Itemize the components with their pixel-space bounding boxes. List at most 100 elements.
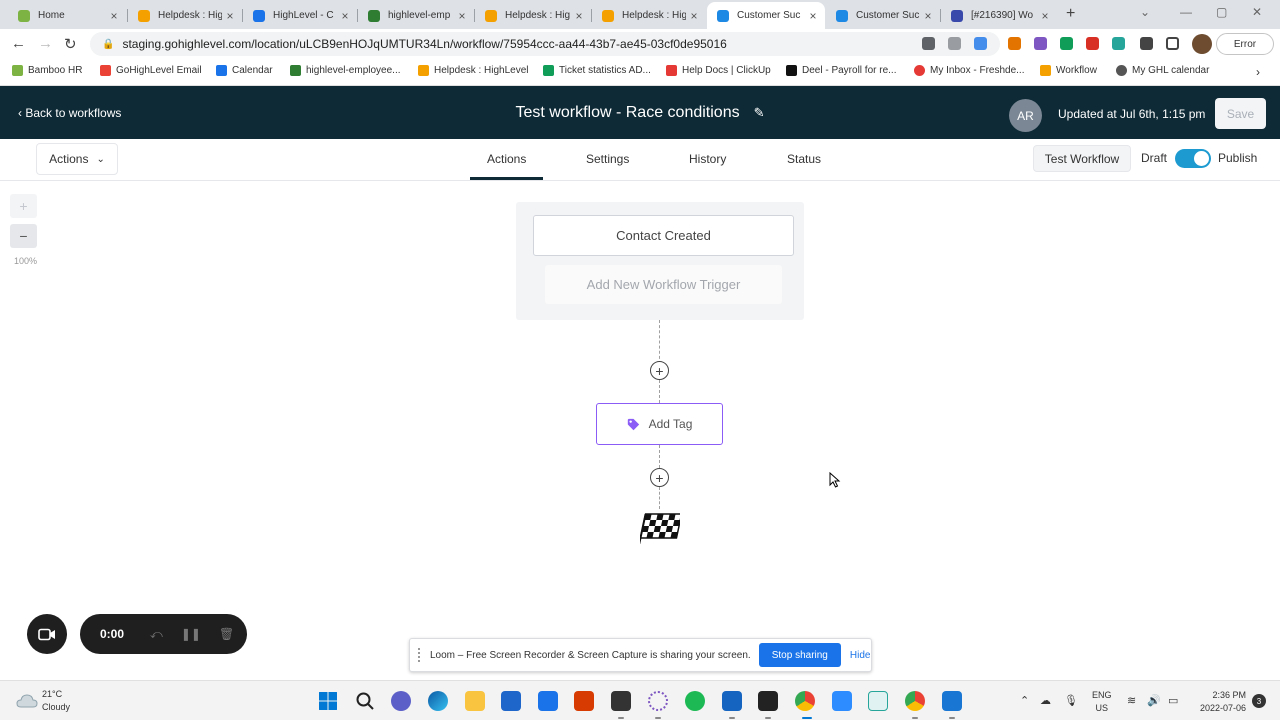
sidepanel-icon[interactable] — [1166, 37, 1179, 50]
undo-icon[interactable]: ⤺ — [150, 627, 163, 642]
bookmark[interactable]: Helpdesk : HighLevel — [418, 65, 529, 76]
puzzle-icon[interactable] — [1140, 37, 1153, 50]
extension-icon[interactable] — [1034, 37, 1047, 50]
bookmark[interactable]: Ticket statistics AD... — [543, 65, 651, 76]
tab-history[interactable]: History — [689, 152, 726, 166]
app-icon[interactable] — [611, 691, 631, 711]
loom-camera-button[interactable] — [27, 614, 67, 654]
bookmark[interactable]: My GHL calendar — [1116, 65, 1209, 76]
store-icon[interactable] — [501, 691, 521, 711]
zoom-out-button[interactable]: − — [10, 224, 37, 248]
add-step-icon[interactable]: + — [650, 361, 669, 380]
browser-tab[interactable]: Helpdesk : Hig × — [592, 2, 706, 29]
save-button[interactable]: Save — [1215, 98, 1266, 129]
browser-tab[interactable]: highlevel-emp × — [358, 2, 474, 29]
settings-gear-icon[interactable] — [648, 691, 668, 711]
minimize-icon[interactable]: — — [1180, 5, 1192, 19]
close-icon[interactable]: × — [805, 9, 821, 23]
language-indicator[interactable]: ENG US — [1092, 689, 1112, 715]
reload-icon[interactable]: ↻ — [64, 35, 77, 53]
tab-actions[interactable]: Actions — [487, 152, 526, 166]
share-icon[interactable] — [948, 37, 961, 50]
maximize-icon[interactable]: ▢ — [1216, 5, 1227, 19]
bookmark[interactable]: Bamboo HR — [12, 65, 82, 76]
forward-arrow-icon[interactable]: → — [38, 35, 53, 52]
close-icon[interactable]: × — [686, 9, 702, 23]
calendar-app-icon[interactable] — [722, 691, 742, 711]
bookmark[interactable]: My Inbox - Freshde... — [914, 65, 1024, 76]
hide-banner-button[interactable]: Hide — [850, 650, 871, 661]
extension-icon[interactable] — [1112, 37, 1125, 50]
mail-icon[interactable] — [538, 691, 558, 711]
extension-icon[interactable] — [1008, 37, 1021, 50]
stop-sharing-button[interactable]: Stop sharing — [758, 643, 841, 667]
close-window-icon[interactable]: ✕ — [1252, 5, 1262, 19]
bookmark[interactable]: highlevel-employee... — [290, 65, 401, 76]
browser-tab[interactable]: [#216390] Wo × — [941, 2, 1057, 29]
camera-icon[interactable] — [922, 37, 935, 50]
add-step-icon[interactable]: + — [650, 468, 669, 487]
office-icon[interactable] — [574, 691, 594, 711]
add-workflow-trigger-button[interactable]: Add New Workflow Trigger — [545, 265, 782, 304]
browser-tab[interactable]: Home × — [8, 2, 126, 29]
publish-toggle[interactable] — [1175, 149, 1211, 168]
weather-widget[interactable]: 21°C Cloudy — [16, 688, 70, 714]
zoom-in-button[interactable]: + — [10, 194, 37, 218]
pause-icon[interactable]: ❚❚ — [181, 627, 201, 641]
error-button[interactable]: Error — [1216, 33, 1274, 55]
terminal-icon[interactable] — [758, 691, 778, 711]
browser-tab-active[interactable]: Customer Suc × — [707, 2, 825, 29]
file-explorer-icon[interactable] — [465, 691, 485, 711]
browser-tab[interactable]: Helpdesk : Hig × — [475, 2, 591, 29]
action-node-add-tag[interactable]: Add Tag — [596, 403, 723, 445]
browser-tab[interactable]: Customer Suc × — [826, 2, 940, 29]
system-clock[interactable]: 2:36 PM 2022-07-06 — [1196, 689, 1246, 715]
close-icon[interactable]: × — [571, 9, 587, 23]
new-tab-button[interactable]: + — [1066, 5, 1075, 23]
workflow-canvas[interactable]: + − 100% Contact Created Add New Workflo… — [0, 182, 1280, 680]
tab-settings[interactable]: Settings — [586, 152, 629, 166]
close-icon[interactable]: × — [1037, 9, 1053, 23]
chrome-icon[interactable] — [795, 691, 815, 711]
user-avatar[interactable]: AR — [1009, 99, 1042, 132]
drag-handle-icon[interactable] — [418, 648, 422, 662]
tab-search-icon[interactable]: ⌄ — [1140, 5, 1150, 19]
windows-start-icon[interactable] — [318, 691, 338, 711]
battery-icon[interactable]: ▭ — [1168, 694, 1178, 707]
bookmark[interactable]: GoHighLevel Email — [100, 65, 202, 76]
test-workflow-button[interactable]: Test Workflow — [1033, 145, 1131, 172]
close-icon[interactable]: × — [337, 9, 353, 23]
search-icon[interactable] — [355, 691, 375, 711]
bookmark[interactable]: Help Docs | ClickUp — [666, 65, 771, 76]
edge-icon[interactable] — [428, 691, 448, 711]
close-icon[interactable]: × — [454, 9, 470, 23]
close-icon[interactable]: × — [920, 9, 936, 23]
chat-icon[interactable] — [391, 691, 411, 711]
tab-status[interactable]: Status — [787, 152, 821, 166]
pencil-icon[interactable]: ✎ — [754, 105, 765, 121]
zoom-app-icon[interactable] — [832, 691, 852, 711]
notification-badge[interactable]: 3 — [1252, 694, 1266, 708]
photos-icon[interactable] — [942, 691, 962, 711]
bookmark[interactable]: Deel - Payroll for re... — [786, 65, 896, 76]
back-arrow-icon[interactable]: ← — [11, 35, 26, 52]
bookmark[interactable]: Calendar — [216, 65, 273, 76]
actions-dropdown[interactable]: Actions ⌄ — [36, 143, 118, 175]
microphone-icon[interactable]: 🎙 — [1064, 694, 1078, 707]
spotify-icon[interactable] — [685, 691, 705, 711]
bookmark[interactable]: Workflow — [1040, 65, 1097, 76]
star-icon[interactable] — [974, 37, 987, 50]
profile-avatar[interactable] — [1192, 34, 1212, 54]
chrome-icon[interactable] — [905, 691, 925, 711]
trigger-contact-created[interactable]: Contact Created — [533, 215, 794, 256]
trash-icon[interactable]: 🗑 — [219, 627, 234, 641]
browser-tab[interactable]: HighLevel - C × — [243, 2, 357, 29]
extension-icon[interactable] — [1060, 37, 1073, 50]
snipping-tool-icon[interactable] — [868, 691, 888, 711]
wifi-icon[interactable]: ≋ — [1127, 694, 1136, 707]
cloud-sync-icon[interactable]: ☁ — [1040, 694, 1051, 707]
address-bar[interactable]: 🔒 staging.gohighlevel.com/location/uLCB9… — [90, 32, 1000, 56]
browser-tab[interactable]: Helpdesk : Hig × — [128, 2, 242, 29]
close-icon[interactable]: × — [106, 9, 122, 23]
volume-icon[interactable]: 🔊 — [1147, 694, 1161, 707]
